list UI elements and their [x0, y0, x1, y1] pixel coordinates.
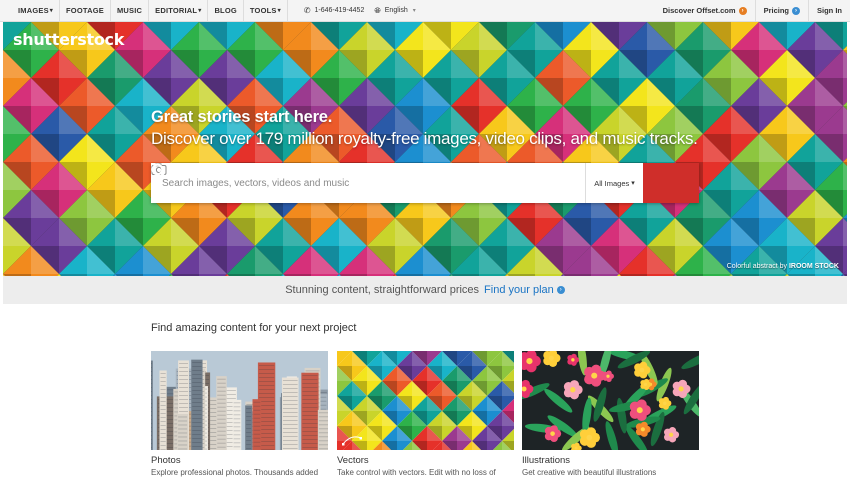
chevron-down-icon: ▾: [631, 180, 635, 187]
card-vectors[interactable]: Vectors Take control with vectors. Edit …: [337, 351, 514, 477]
card-title: Photos: [151, 455, 181, 466]
chevron-down-icon: ▾: [277, 8, 281, 14]
shutterstock-logo[interactable]: shutterstock: [13, 30, 124, 49]
phone-info[interactable]: ✆ 1-646-419-4452: [304, 0, 365, 21]
hero: shutterstock Great stories start here. D…: [3, 22, 847, 276]
search-button[interactable]: [151, 163, 699, 203]
nav-images[interactable]: IMAGES ▾: [0, 0, 61, 21]
search-bar: All Images ▾: [151, 163, 699, 203]
nav-music[interactable]: MUSIC: [111, 0, 150, 21]
sign-in-label: Sign In: [817, 6, 842, 15]
nav-blog-label: BLOG: [214, 6, 237, 15]
phone-icon: ✆: [303, 6, 311, 15]
chevron-down-icon: ▾: [198, 8, 202, 14]
credit-author[interactable]: IROOM STOCK: [789, 263, 839, 270]
card-illustrations[interactable]: Illustrations Get creative with beautifu…: [522, 351, 699, 477]
nav-editorial-label: EDITORIAL: [155, 6, 198, 15]
chevron-down-icon: ▾: [49, 8, 54, 14]
pricing-link[interactable]: Pricing ›: [754, 0, 808, 21]
vectors-thumbnail[interactable]: [337, 351, 514, 450]
nav-footage[interactable]: FOOTAGE: [60, 0, 111, 21]
chevron-down-icon: ▾: [412, 8, 416, 14]
nav-right: Discover Offset.com › Pricing › Sign In: [655, 0, 850, 21]
arrow-right-icon: ›: [556, 286, 565, 294]
nav-tools[interactable]: TOOLS ▾: [244, 0, 288, 21]
hero-subtitle: Discover over 179 million royalty-free i…: [151, 129, 698, 148]
search-category-select[interactable]: All Images ▾: [585, 163, 643, 203]
photos-thumbnail[interactable]: [151, 351, 328, 450]
search-category-label: All Images: [594, 178, 630, 188]
nav-images-label: IMAGES: [18, 6, 49, 15]
image-credit: Colorful abstract by IROOM STOCK: [727, 263, 839, 270]
pricing-label: Pricing: [763, 6, 789, 15]
banner-text: Stunning content, straightforward prices: [285, 284, 480, 296]
phone-number: 1-646-419-4452: [314, 7, 365, 14]
nav-editorial[interactable]: EDITORIAL ▾: [149, 0, 209, 21]
hero-title: Great stories start here.: [151, 108, 333, 126]
camera-icon[interactable]: [151, 163, 585, 203]
hero-background-image: [3, 22, 847, 276]
card-description: Take control with vectors. Edit with no …: [337, 468, 496, 477]
find-plan-label: Find your plan: [484, 284, 554, 296]
illustrations-thumbnail[interactable]: [522, 351, 699, 450]
card-description: Get creative with beautiful illustration…: [522, 468, 657, 477]
nav-music-label: MUSIC: [116, 6, 143, 15]
card-title: Vectors: [337, 455, 369, 466]
offset-link-label: Discover Offset.com: [662, 6, 736, 15]
language-selector[interactable]: 🌐︎ English ▾: [374, 0, 415, 21]
offset-link[interactable]: Discover Offset.com ›: [655, 0, 755, 21]
globe-icon: 🌐︎: [374, 5, 381, 15]
top-nav: IMAGES ▾ FOOTAGE MUSIC EDITORIAL ▾ BLOG TO…: [0, 0, 850, 22]
sign-in-link[interactable]: Sign In: [808, 0, 850, 21]
language-label: English: [384, 7, 408, 14]
arrow-right-icon: ›: [738, 6, 747, 15]
card-title: Illustrations: [522, 455, 571, 466]
search-icon: [151, 163, 167, 179]
pricing-banner: Stunning content, straightforward prices…: [3, 276, 847, 304]
section-title: Find amazing content for your next proje…: [151, 322, 357, 334]
vector-pen-icon: [342, 436, 362, 446]
credit-prefix: Colorful abstract by: [726, 263, 787, 270]
nav-blog[interactable]: BLOG: [208, 0, 244, 21]
search-input[interactable]: [151, 163, 555, 203]
card-photos[interactable]: Photos Explore professional photos. Thou…: [151, 351, 328, 477]
nav-tools-label: TOOLS: [249, 6, 277, 15]
arrow-right-icon: ›: [792, 6, 800, 15]
card-description: Explore professional photos. Thousands a…: [151, 468, 319, 477]
nav-footage-label: FOOTAGE: [66, 6, 104, 15]
find-plan-link[interactable]: Find your plan ›: [484, 284, 565, 296]
